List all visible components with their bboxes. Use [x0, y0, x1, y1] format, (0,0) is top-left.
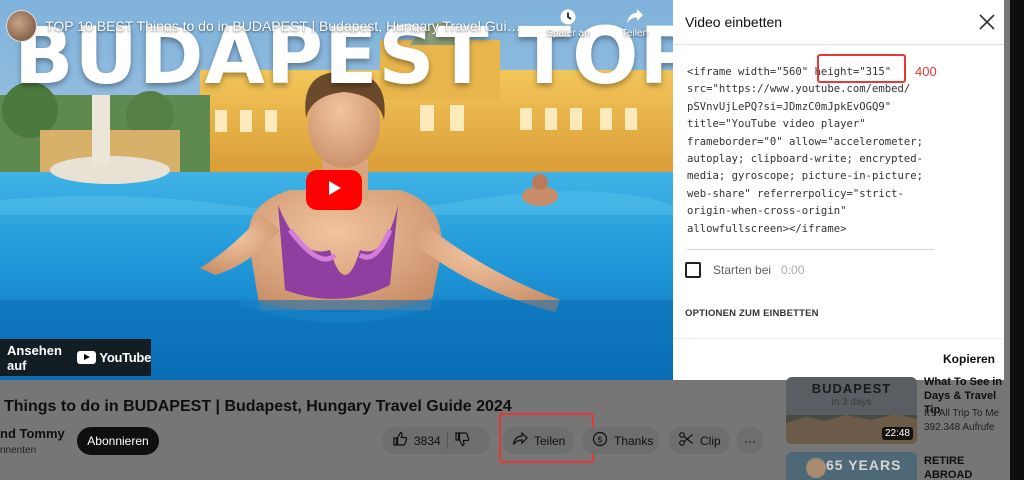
scissors-icon: [678, 431, 694, 450]
code-line: allowfullscreen></iframe>: [687, 222, 847, 235]
share-highlight-box: [499, 413, 594, 463]
start-at-label: Starten bei: [713, 263, 772, 277]
embed-options-header: OPTIONEN ZUM EINBETTEN: [685, 308, 819, 319]
youtube-logo-text: YouTube: [99, 350, 151, 365]
video-title-link[interactable]: TOP 10 BEST Things to do in BUDAPEST | B…: [45, 18, 523, 34]
screen: BUDAPEST TOP 10 TOP 10 BEST Things to do…: [0, 0, 1024, 480]
code-line: autoplay; clipboard-write; encrypted-: [687, 153, 923, 166]
suggestion-thumb-subtext: in 3 days: [831, 397, 872, 408]
thumbs-up-icon[interactable]: [392, 431, 408, 450]
suggestion-thumb-text: BUDAPEST: [811, 381, 892, 396]
suggestion-title[interactable]: RETIRE ABROAD: [924, 454, 1014, 480]
subscribe-button[interactable]: Abonnieren: [77, 427, 159, 455]
player-title-bar: TOP 10 BEST Things to do in BUDAPEST | B…: [6, 8, 523, 44]
thanks-label: Thanks: [614, 433, 654, 448]
code-line: frameborder="0" allow="accelerometer;: [687, 135, 923, 148]
height-highlight-box: [817, 54, 906, 83]
more-actions-button[interactable]: ···: [736, 427, 764, 454]
code-line: web-share" referrerpolicy="strict-: [687, 187, 904, 200]
code-line: pSVnvUjLePQ?si=JDmzC0mJpkEvOGQ9": [687, 100, 892, 113]
dialog-footer-divider: [673, 338, 1004, 339]
watch-on-label: Ansehen auf: [7, 342, 62, 373]
watch-later-label: Später an: [546, 28, 590, 39]
watch-on-youtube-button[interactable]: Ansehen auf YouTube: [0, 339, 151, 376]
copy-button[interactable]: Kopieren: [943, 352, 995, 366]
suggestion-thumbnail[interactable]: BUDAPEST in 3 days 22:48: [786, 377, 917, 444]
thanks-button[interactable]: $ Thanks: [582, 427, 660, 454]
dialog-divider: [673, 44, 1004, 45]
suggestion-views: 392.348 Aufrufe: [924, 422, 995, 433]
play-icon: [325, 179, 343, 202]
clip-label: Clip: [700, 433, 721, 448]
suggestion-thumb-text: 65 YEARS: [826, 457, 902, 473]
start-at-time-input[interactable]: 0:00: [781, 263, 804, 277]
svg-text:$: $: [597, 436, 603, 446]
clip-button[interactable]: Clip: [668, 427, 730, 454]
code-line: src="https://www.youtube.com/embed/: [687, 83, 911, 96]
play-button[interactable]: [306, 170, 362, 210]
player-share-label: Teilen: [621, 28, 649, 39]
start-at-row: Starten bei 0:00: [685, 262, 804, 278]
like-count[interactable]: 3834: [414, 434, 441, 448]
suggestion-channel: It's All Trip To Me: [924, 408, 1000, 419]
player-share-button[interactable]: Teilen: [605, 8, 665, 39]
thanks-icon: $: [592, 431, 608, 450]
code-line: media; gyroscope; picture-in-picture;: [687, 170, 923, 183]
youtube-logo: YouTube: [77, 350, 151, 365]
close-icon[interactable]: [978, 13, 996, 31]
watch-later-button[interactable]: Später an: [538, 8, 598, 39]
embed-code-textarea[interactable]: <iframe width="560" height="315" src="ht…: [687, 64, 937, 238]
like-dislike-group: 3834: [382, 427, 490, 454]
clock-icon: [538, 8, 598, 28]
like-divider: [446, 432, 448, 449]
video-page-title: Things to do in BUDAPEST | Budapest, Hun…: [4, 398, 512, 415]
duration-badge: 22:48: [881, 427, 913, 440]
height-annotation: 400: [915, 64, 937, 79]
embed-video-dialog: Video einbetten <iframe width="560" heig…: [673, 0, 1004, 380]
thumbs-down-icon[interactable]: [454, 431, 470, 450]
video-player[interactable]: BUDAPEST TOP 10 TOP 10 BEST Things to do…: [0, 0, 673, 380]
code-line: title="YouTube video player": [687, 118, 866, 131]
suggestion-thumbnail[interactable]: 65 YEARS: [786, 452, 917, 480]
dialog-title: Video einbetten: [685, 14, 783, 30]
channel-name[interactable]: nd Tommy: [0, 426, 65, 441]
share-arrow-icon: [605, 8, 665, 28]
code-line: origin-when-cross-origin": [687, 205, 847, 218]
subscriber-count: nnenten: [0, 445, 37, 456]
more-icon: ···: [744, 433, 756, 448]
start-at-checkbox[interactable]: [685, 262, 701, 278]
channel-avatar[interactable]: [6, 10, 38, 42]
code-underline: [687, 249, 934, 250]
youtube-play-icon: [77, 351, 97, 364]
